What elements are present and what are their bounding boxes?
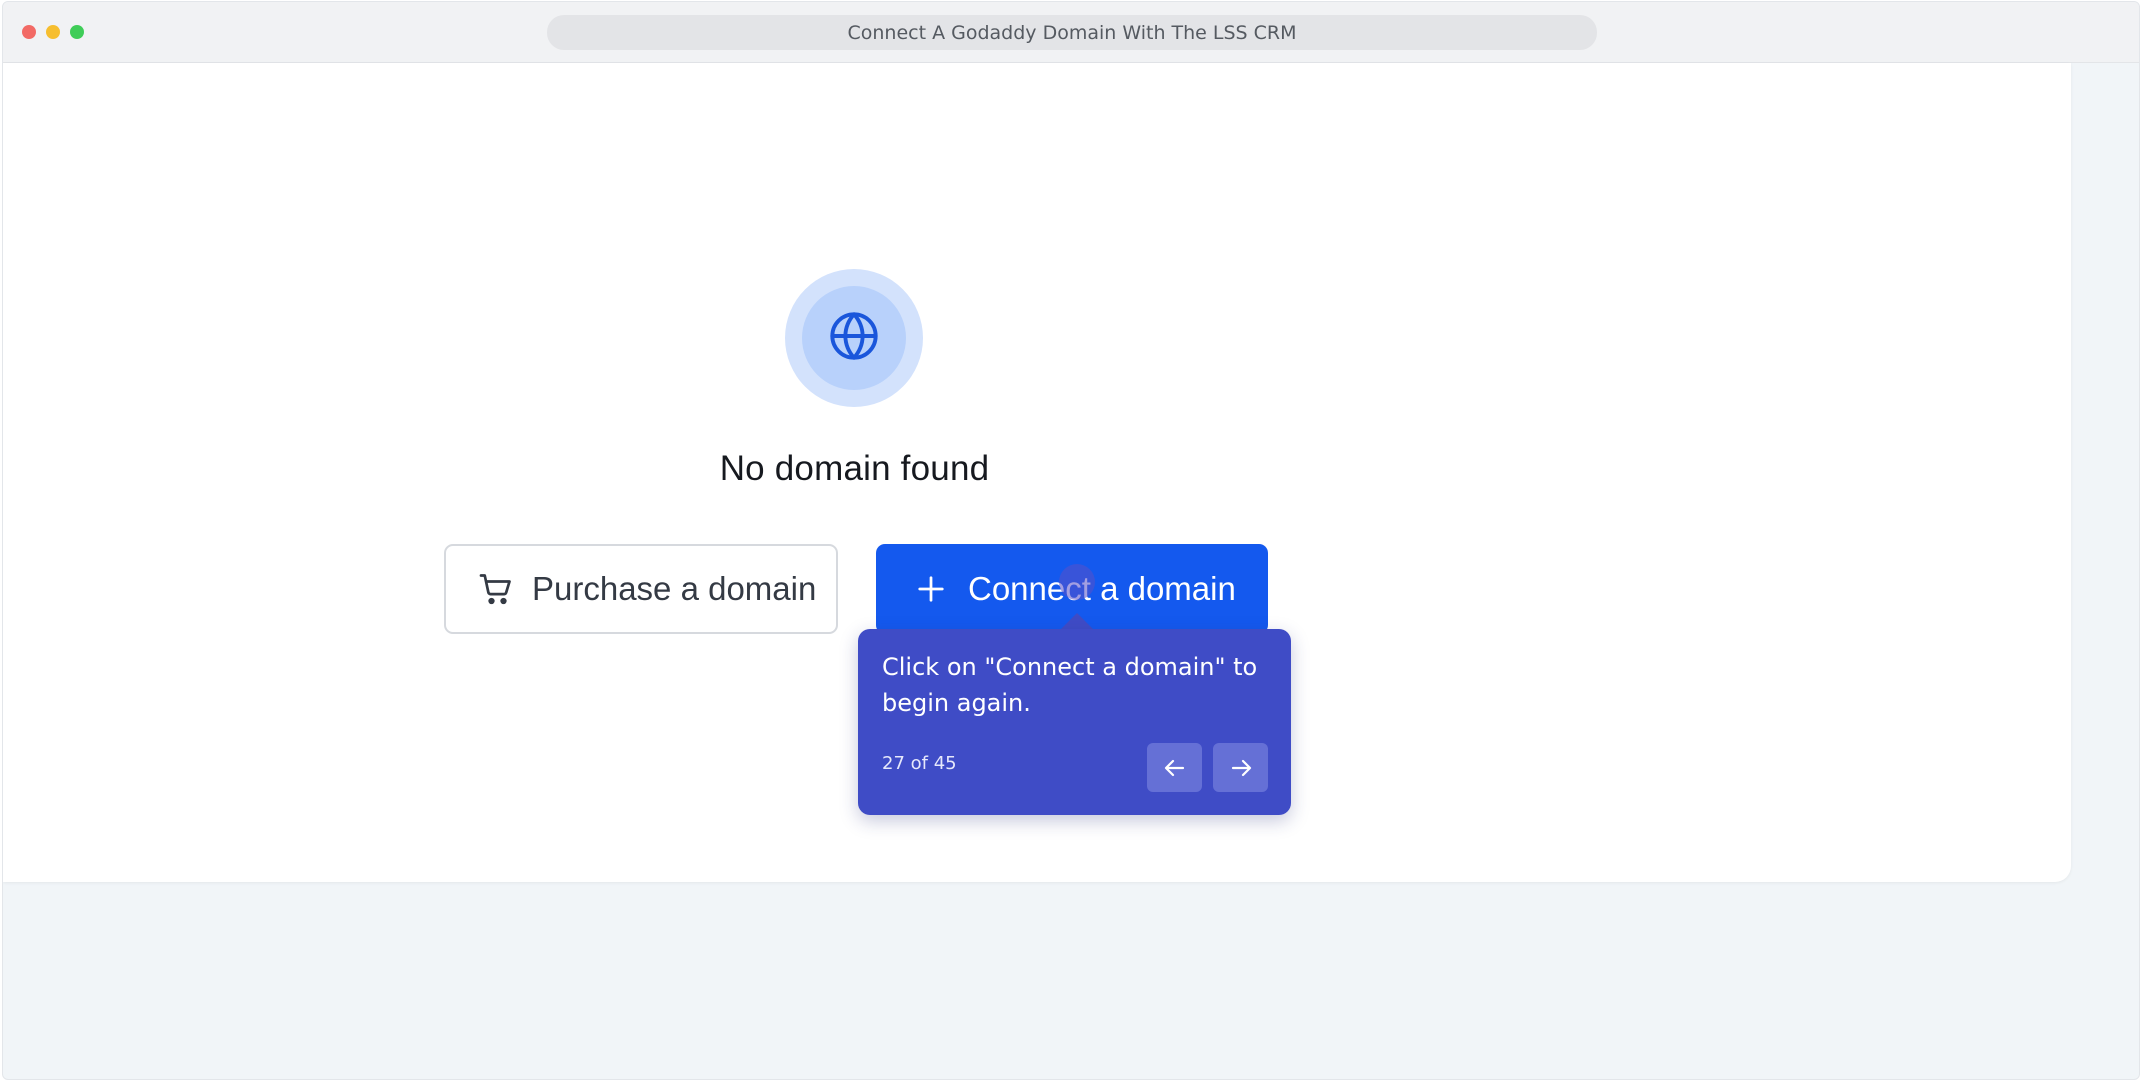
title-bar: Connect A Godaddy Domain With The LSS CR… [3,2,2139,63]
close-window-button[interactable] [22,25,36,39]
step-counter: 27 of 45 [882,753,957,774]
globe-badge-inner [802,286,906,390]
tooltip-text: Click on "Connect a domain" to begin aga… [882,653,1258,717]
previous-step-button[interactable] [1147,743,1202,792]
globe-icon [828,310,880,367]
empty-state-heading: No domain found [719,449,990,488]
minimize-window-button[interactable] [46,25,60,39]
globe-badge [785,269,923,407]
guide-tooltip: Click on "Connect a domain" to begin aga… [858,629,1291,815]
arrow-left-icon [1163,756,1187,780]
purchase-domain-button[interactable]: Purchase a domain [444,544,838,634]
maximize-window-button[interactable] [70,25,84,39]
cart-icon [478,571,514,607]
browser-window: Connect A Godaddy Domain With The LSS CR… [2,1,2140,1080]
purchase-domain-label: Purchase a domain [532,570,817,607]
plus-icon [916,574,946,604]
arrow-right-icon [1229,756,1253,780]
window-title: Connect A Godaddy Domain With The LSS CR… [547,15,1597,50]
connect-domain-label: Connect a domain [968,570,1236,607]
next-step-button[interactable] [1213,743,1268,792]
click-indicator [1059,564,1095,600]
